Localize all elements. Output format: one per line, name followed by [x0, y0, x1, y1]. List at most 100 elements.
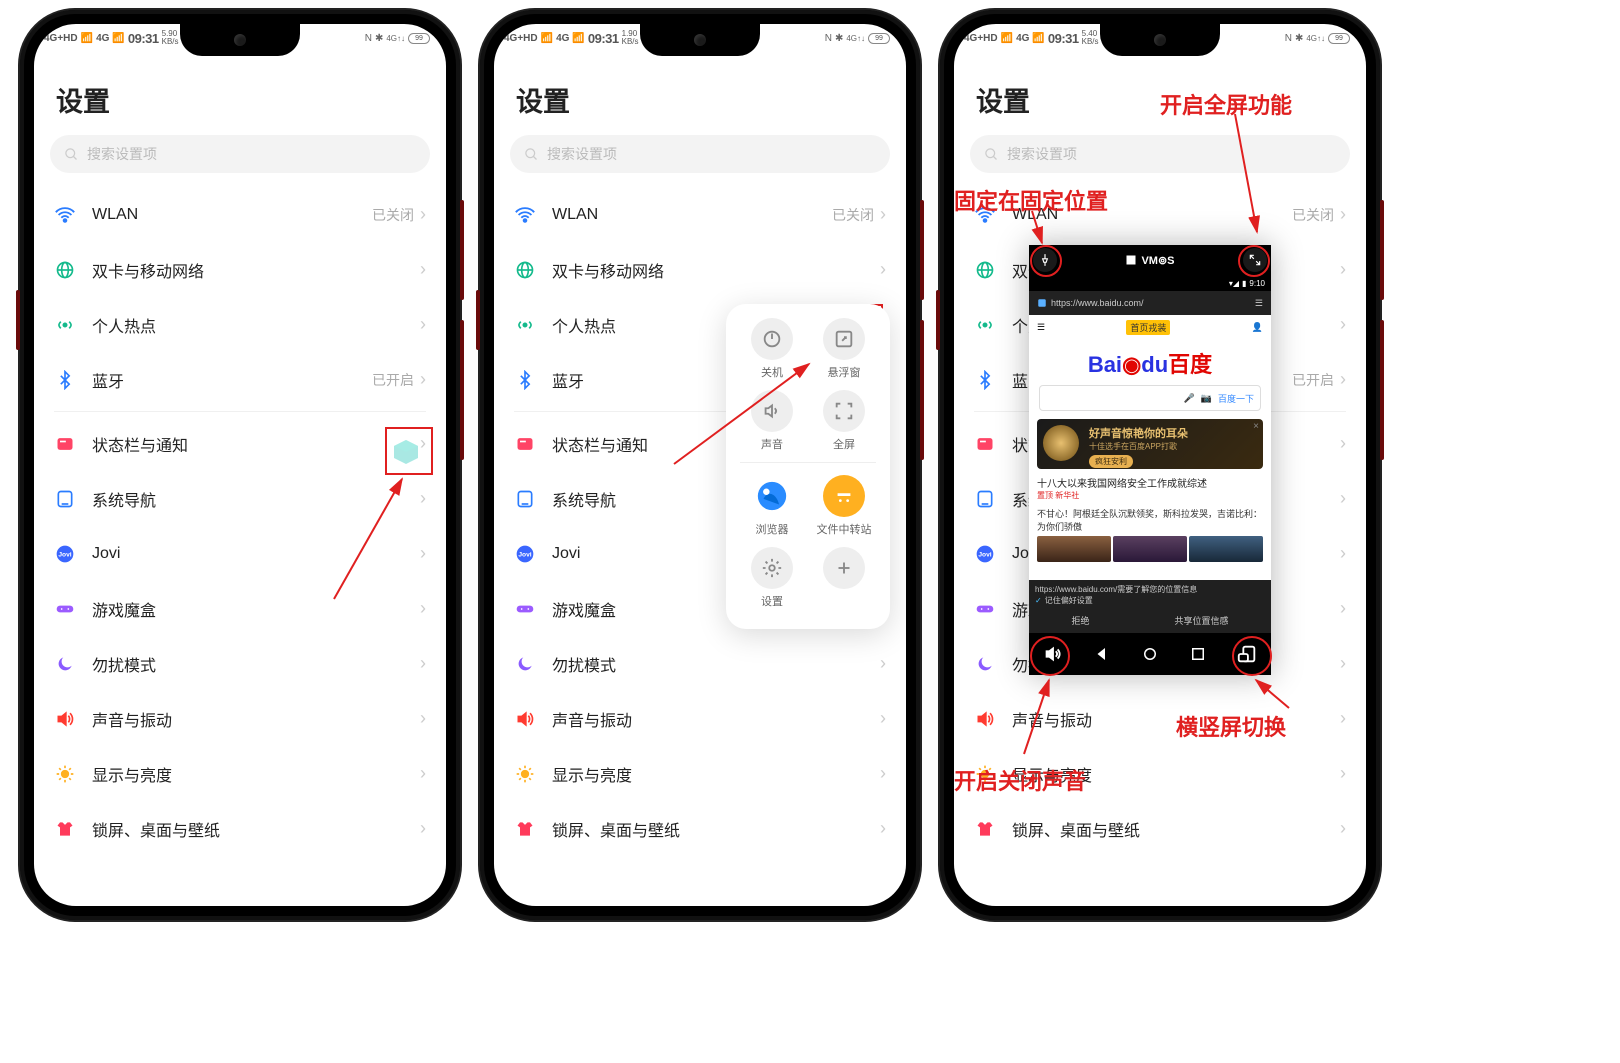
- phone-frame-3: 4G+HD📶 4G📶 09:31 5.40KB/s 📡 N ✱ 4G↑↓ 99 …: [940, 10, 1380, 920]
- chevron-right-icon: ›: [420, 259, 426, 280]
- baidu-ad-banner[interactable]: 好声音惊艳你的耳朵 十佳选手在百度APP打歌 疯狂安利 ×: [1037, 419, 1263, 469]
- gamebox-icon: [54, 598, 76, 620]
- vmos-deny-button[interactable]: 拒绝: [1071, 614, 1089, 627]
- notch: [1100, 24, 1220, 56]
- plus-icon: [823, 547, 865, 589]
- moon-icon: [514, 653, 536, 675]
- nav-icon: [514, 488, 536, 510]
- row-wlan[interactable]: WLAN已关闭›: [506, 187, 894, 242]
- moon-icon: [974, 653, 996, 675]
- settings-list: WLAN 已关闭 › 双卡与移动网络 › 个人热点 › 蓝牙 已开启 ›: [34, 187, 446, 856]
- avatar-icon[interactable]: 👤: [1252, 322, 1263, 333]
- row-sound[interactable]: 声音与振动›: [966, 691, 1354, 746]
- row-lockscreen[interactable]: 锁屏、桌面与壁纸 ›: [46, 801, 434, 856]
- chevron-right-icon: ›: [420, 314, 426, 335]
- chevron-right-icon: ›: [1340, 369, 1346, 390]
- menu-icon[interactable]: ☰: [1255, 298, 1263, 309]
- chevron-right-icon: ›: [420, 369, 426, 390]
- vmos-brand: VM⊚S: [1125, 254, 1174, 267]
- baidu-news-1[interactable]: 十八大以来我国网络安全工作成就综述 置顶 新华社: [1037, 475, 1263, 501]
- row-bluetooth[interactable]: 蓝牙 已开启 ›: [46, 352, 434, 407]
- wifi-icon: [54, 204, 76, 226]
- vmos-floating-window[interactable]: VM⊚S ▾◢▮9:10 https://www.baidu.com/ ☰ ☰ …: [1029, 245, 1271, 675]
- baidu-search[interactable]: 🎤 📷 百度一下: [1039, 385, 1261, 411]
- floating-panel: 关机 悬浮窗 声音 全屏: [726, 304, 890, 629]
- search-input[interactable]: 搜索设置项: [970, 135, 1350, 173]
- row-display[interactable]: 显示与亮度›: [506, 746, 894, 801]
- row-wlan[interactable]: WLAN 已关闭 ›: [46, 187, 434, 242]
- vmos-inner-statusbar: ▾◢▮9:10: [1029, 275, 1271, 291]
- row-dnd[interactable]: 勿扰模式 ›: [46, 636, 434, 691]
- panel-settings-button[interactable]: 设置: [742, 547, 802, 609]
- panel-add-button[interactable]: [814, 547, 874, 609]
- side-button: [1380, 200, 1384, 300]
- annotation-circle-pin: [1030, 245, 1062, 277]
- nfc-icon: N: [365, 33, 372, 44]
- panel-fullscreen-button[interactable]: 全屏: [814, 390, 874, 452]
- panel-browser-button[interactable]: 浏览器: [742, 475, 802, 537]
- chevron-right-icon: ›: [880, 653, 886, 674]
- annotation-audio: 开启关闭声音: [954, 764, 1086, 796]
- floating-cube-icon[interactable]: [386, 432, 426, 472]
- row-dual-sim[interactable]: 双卡与移动网络 ›: [46, 242, 434, 297]
- camera-icon[interactable]: 📷: [1201, 393, 1212, 404]
- row-sound[interactable]: 声音与振动›: [506, 691, 894, 746]
- page-title: 设置: [494, 52, 906, 135]
- shirt-icon: [514, 818, 536, 840]
- jovi-icon: Jovi: [54, 543, 76, 565]
- search-input[interactable]: 搜索设置项: [510, 135, 890, 173]
- panel-float-button[interactable]: 悬浮窗: [814, 318, 874, 380]
- row-status-notif[interactable]: 状态栏与通知 ›: [46, 416, 434, 471]
- search-input[interactable]: 搜索设置项: [50, 135, 430, 173]
- mic-icon[interactable]: 🎤: [1184, 393, 1195, 404]
- row-dual-sim[interactable]: 双卡与移动网络›: [506, 242, 894, 297]
- chevron-right-icon: ›: [1340, 653, 1346, 674]
- chevron-right-icon: ›: [880, 708, 886, 729]
- vmos-allow-button[interactable]: 共享位置信感: [1174, 614, 1228, 627]
- chevron-right-icon: ›: [1340, 433, 1346, 454]
- gamebox-icon: [974, 598, 996, 620]
- panel-power-button[interactable]: 关机: [742, 318, 802, 380]
- row-jovi[interactable]: Jovi Jovi ›: [46, 526, 434, 581]
- row-hotspot[interactable]: 个人热点 ›: [46, 297, 434, 352]
- annotation-circle-fullscreen: [1238, 245, 1270, 277]
- shirt-icon: [54, 818, 76, 840]
- chevron-right-icon: ›: [1340, 763, 1346, 784]
- chevron-right-icon: ›: [420, 653, 426, 674]
- chevron-right-icon: ›: [1340, 818, 1346, 839]
- speaker-icon: [514, 708, 536, 730]
- notch: [640, 24, 760, 56]
- panel-audio-button[interactable]: 声音: [742, 390, 802, 452]
- row-display[interactable]: 显示与亮度 ›: [46, 746, 434, 801]
- chevron-right-icon: ›: [420, 763, 426, 784]
- hamburger-icon[interactable]: ☰: [1037, 322, 1045, 333]
- jovi-icon: Jovi: [514, 543, 536, 565]
- annotation-circle-audio: [1030, 636, 1070, 676]
- annotation-rotate: 横竖屏切换: [1176, 710, 1286, 742]
- side-button: [460, 320, 464, 460]
- row-gamebox[interactable]: 游戏魔盒 ›: [46, 581, 434, 636]
- row-sysnav[interactable]: 系统导航 ›: [46, 471, 434, 526]
- sun-icon: [514, 763, 536, 785]
- row-dnd[interactable]: 勿扰模式›: [506, 636, 894, 691]
- vmos-titlebar[interactable]: VM⊚S: [1029, 245, 1271, 275]
- panel-separator: [740, 462, 876, 463]
- float-window-icon: [823, 318, 865, 360]
- vmos-back-button[interactable]: [1087, 639, 1117, 669]
- vmos-url-bar[interactable]: https://www.baidu.com/ ☰: [1029, 291, 1271, 315]
- row-label: WLAN: [92, 206, 372, 224]
- vmos-recent-button[interactable]: [1183, 639, 1213, 669]
- vmos-home-button[interactable]: [1135, 639, 1165, 669]
- chevron-right-icon: ›: [1340, 488, 1346, 509]
- search-icon: [984, 147, 999, 162]
- chevron-right-icon: ›: [420, 708, 426, 729]
- panel-filestation-button[interactable]: 文件中转站: [814, 475, 874, 537]
- chevron-right-icon: ›: [420, 598, 426, 619]
- row-lockscreen[interactable]: 锁屏、桌面与壁纸›: [506, 801, 894, 856]
- annotation-circle-rotate: [1232, 636, 1272, 676]
- side-button: [460, 200, 464, 300]
- notch: [180, 24, 300, 56]
- baidu-news-2[interactable]: 不甘心！阿根廷全队沉默领奖，斯科拉发哭，吉诺比利：为你们骄傲: [1037, 507, 1263, 562]
- row-lockscreen[interactable]: 锁屏、桌面与壁纸›: [966, 801, 1354, 856]
- row-sound[interactable]: 声音与振动 ›: [46, 691, 434, 746]
